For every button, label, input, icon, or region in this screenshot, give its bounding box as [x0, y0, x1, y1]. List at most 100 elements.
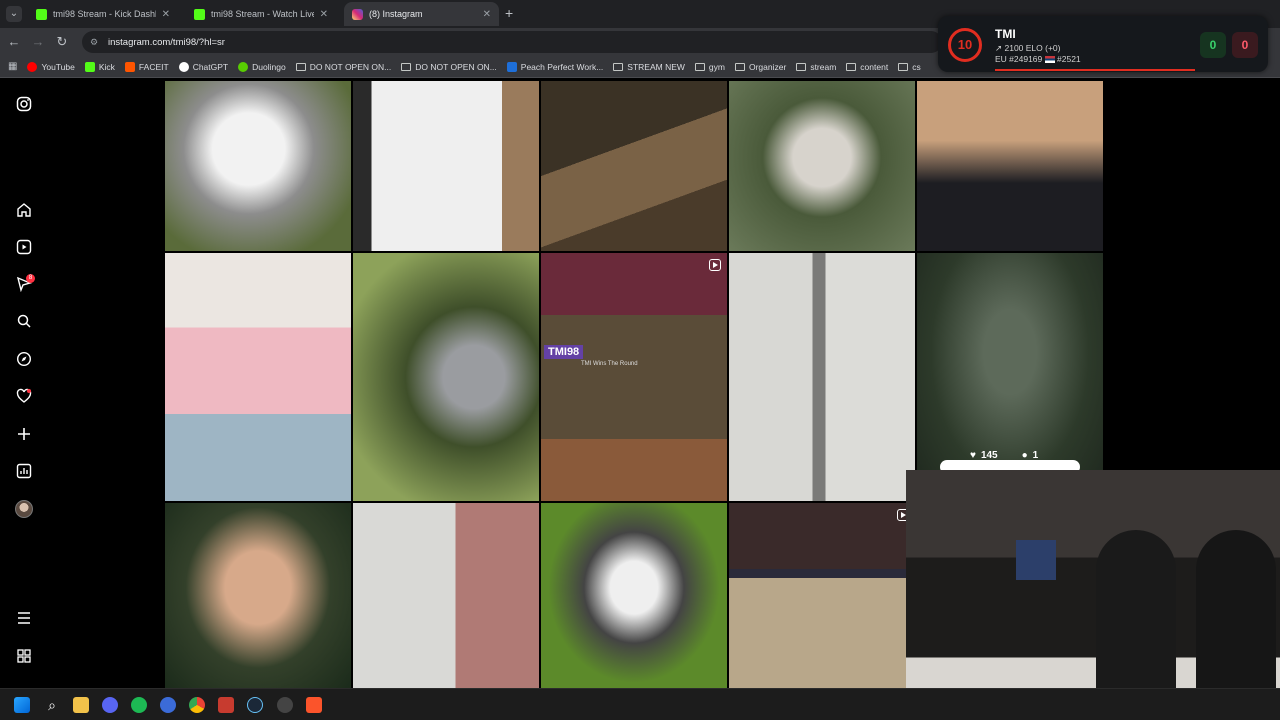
bookmark-folder[interactable]: cs [898, 62, 921, 72]
bookmark-peach[interactable]: Peach Perfect Work... [506, 61, 604, 72]
instagram-logo-icon[interactable] [16, 96, 32, 112]
tab-kick-dashboard[interactable]: tmi98 Stream - Kick Dashboard ✕ [28, 2, 178, 26]
reels-icon[interactable] [16, 239, 32, 255]
close-icon[interactable]: ✕ [320, 9, 328, 20]
post-thumbnail[interactable] [353, 253, 539, 501]
notifications-icon[interactable] [16, 388, 32, 404]
more-menu-icon[interactable] [16, 610, 32, 626]
monitor-image [1016, 540, 1056, 580]
elo-value: ↗ 2100 ELO (+0) [995, 43, 1060, 54]
faceit-icon [124, 61, 135, 72]
kick-icon [194, 8, 205, 20]
folder-icon [401, 62, 412, 71]
bookmark-label: FACEIT [138, 61, 169, 72]
bookmark-label: cs [912, 61, 921, 72]
country-rank: #2521 [1057, 54, 1081, 64]
reload-icon[interactable]: ↻ [54, 34, 70, 50]
explore-icon[interactable] [16, 351, 32, 367]
home-icon[interactable] [16, 202, 32, 218]
spotify-icon[interactable] [131, 697, 147, 713]
faceit-level-badge: 10 [948, 28, 982, 62]
address-bar[interactable]: ⚙ instagram.com/tmi98/?hl=sr [82, 31, 942, 53]
folder-icon [613, 62, 624, 71]
post-thumbnail[interactable] [165, 503, 351, 691]
bookmark-folder[interactable]: DO NOT OPEN ON... [295, 61, 392, 72]
bookmark-faceit[interactable]: FACEIT [124, 61, 169, 72]
bookmark-duolingo[interactable]: Duolingo [238, 61, 286, 72]
losses-count: 0 [1232, 32, 1258, 58]
post-thumbnail[interactable] [917, 81, 1103, 251]
folder-icon [295, 62, 306, 71]
file-explorer-icon[interactable] [73, 697, 89, 713]
tab-kick-watch[interactable]: tmi98 Stream - Watch Live on Kick ✕ [186, 2, 336, 26]
bookmark-folder[interactable]: gym [694, 62, 725, 72]
tab-title: tmi98 Stream - Kick Dashboard [53, 9, 156, 19]
tab-search-button[interactable]: ⌄ [6, 6, 22, 22]
search-icon[interactable]: ⌕ [44, 697, 60, 713]
faceit-elo-widget: 10 TMI ↗ 2100 ELO (+0) EU #249169 #2521 … [938, 16, 1268, 72]
youtube-icon [27, 61, 38, 72]
bookmark-label: DO NOT OPEN ON... [309, 61, 392, 72]
round-text-overlay: TMI Wins The Round [581, 361, 638, 367]
stream-title-overlay: TMI98 [544, 345, 584, 359]
tab-title: (8) Instagram [369, 9, 423, 19]
bookmark-label: Organizer [748, 61, 787, 72]
post-thumbnail[interactable] [729, 81, 915, 251]
close-icon[interactable]: ✕ [483, 9, 491, 20]
post-thumbnail[interactable] [541, 503, 727, 691]
steam-icon[interactable] [247, 697, 263, 713]
bookmark-folder[interactable]: content [846, 62, 888, 72]
back-icon[interactable]: ← [6, 34, 22, 50]
brave-icon[interactable] [306, 697, 322, 713]
forward-icon[interactable]: → [30, 34, 46, 50]
folder-icon [734, 62, 745, 71]
instagram-sidebar: 8 [0, 78, 50, 688]
post-thumbnail[interactable] [729, 503, 915, 691]
flag-icon [1044, 56, 1055, 64]
bookmark-folder[interactable]: Organizer [734, 61, 787, 72]
post-thumbnail[interactable] [165, 81, 351, 251]
player-name: TMI [995, 27, 1016, 41]
folder-icon [796, 62, 807, 71]
folder-icon [694, 62, 705, 71]
chrome-icon[interactable] [189, 697, 205, 713]
bookmark-chatgpt[interactable]: ChatGPT [178, 61, 229, 72]
post-thumbnail[interactable] [353, 81, 539, 251]
post-thumbnail[interactable] [353, 503, 539, 691]
discord-icon[interactable] [102, 697, 118, 713]
dashboard-icon[interactable] [16, 463, 32, 479]
streamer-figure [1096, 530, 1176, 700]
settings-app-icon[interactable] [277, 697, 293, 713]
post-thumbnail[interactable] [165, 253, 351, 501]
post-thumbnail[interactable] [541, 81, 727, 251]
bookmark-folder[interactable]: stream [796, 62, 836, 72]
url-text: instagram.com/tmi98/?hl=sr [108, 36, 225, 48]
threads-icon[interactable] [16, 648, 32, 664]
kick-icon [36, 8, 47, 20]
bookmark-label: ChatGPT [192, 61, 229, 72]
site-info-icon[interactable]: ⚙ [90, 37, 100, 47]
close-icon[interactable]: ✕ [162, 9, 170, 20]
shield-app-icon[interactable] [218, 697, 234, 713]
bookmark-label: Duolingo [252, 61, 286, 72]
apps-icon[interactable]: ▦ [8, 61, 17, 72]
app-icon[interactable] [160, 697, 176, 713]
bookmark-label: Peach Perfect Work... [520, 61, 604, 72]
bookmark-youtube[interactable]: YouTube [27, 61, 75, 72]
post-thumbnail[interactable]: TMI98 TMI Wins The Round [541, 253, 727, 501]
reel-icon [709, 259, 721, 271]
search-icon[interactable] [16, 313, 32, 329]
create-icon[interactable] [16, 426, 32, 442]
bookmark-label: Kick [98, 61, 115, 72]
profile-avatar[interactable] [15, 500, 33, 518]
windows-start-icon[interactable] [14, 697, 30, 713]
post-thumbnail[interactable] [729, 253, 915, 501]
bookmark-label: STREAM NEW [627, 61, 685, 72]
bookmark-label: content [860, 61, 889, 72]
bookmark-folder[interactable]: DO NOT OPEN ON... [401, 62, 497, 72]
tab-instagram[interactable]: (8) Instagram ✕ [344, 2, 499, 26]
bookmark-kick[interactable]: Kick [84, 61, 115, 72]
new-tab-button[interactable]: + [505, 5, 513, 21]
bookmark-folder[interactable]: STREAM NEW [613, 62, 685, 72]
duolingo-icon [238, 61, 249, 72]
